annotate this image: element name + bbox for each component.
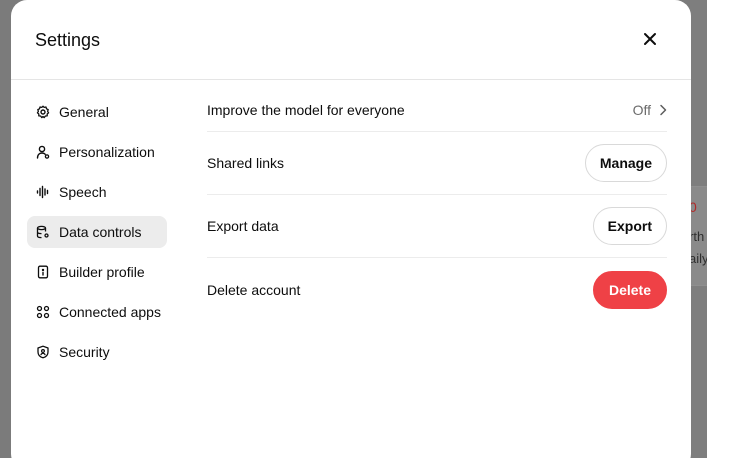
setting-row-shared-links: Shared links Manage bbox=[207, 132, 667, 195]
setting-label: Delete account bbox=[207, 281, 301, 298]
sidebar-item-security[interactable]: Security bbox=[27, 336, 167, 368]
settings-sidebar: General Personalization Speech Data cont… bbox=[27, 96, 167, 376]
setting-label: Export data bbox=[207, 218, 279, 234]
database-gear-icon bbox=[36, 225, 50, 239]
setting-row-export-data: Export data Export bbox=[207, 195, 667, 258]
sidebar-item-connected-apps[interactable]: Connected apps bbox=[27, 296, 167, 328]
sidebar-item-personalization[interactable]: Personalization bbox=[27, 136, 167, 168]
sidebar-item-speech[interactable]: Speech bbox=[27, 176, 167, 208]
sidebar-item-data-controls[interactable]: Data controls bbox=[27, 216, 167, 248]
id-card-icon bbox=[36, 265, 50, 279]
waveform-icon bbox=[36, 185, 50, 199]
apps-grid-icon bbox=[36, 305, 50, 319]
sidebar-item-label: Personalization bbox=[59, 144, 155, 160]
sidebar-item-label: Speech bbox=[59, 184, 107, 200]
background-text-fragment: rth bbox=[689, 229, 705, 244]
settings-modal: Settings General Personalization Speech bbox=[11, 0, 691, 458]
sidebar-item-label: Connected apps bbox=[59, 304, 161, 320]
shield-icon bbox=[36, 345, 50, 359]
export-button[interactable]: Export bbox=[592, 207, 667, 245]
close-button[interactable] bbox=[637, 26, 663, 52]
gear-icon bbox=[36, 105, 50, 119]
modal-title: Settings bbox=[35, 30, 101, 50]
person-icon bbox=[36, 145, 50, 159]
sidebar-item-label: General bbox=[59, 104, 109, 120]
sidebar-item-label: Security bbox=[59, 344, 110, 360]
delete-account-button[interactable]: Delete bbox=[592, 270, 667, 309]
chevron-right-icon bbox=[660, 104, 667, 116]
close-icon bbox=[644, 33, 656, 45]
manage-button[interactable]: Manage bbox=[584, 144, 667, 182]
setting-row-delete-account: Delete account Delete bbox=[207, 258, 667, 321]
improve-model-toggle-link[interactable]: Off bbox=[633, 102, 667, 118]
sidebar-item-label: Data controls bbox=[59, 224, 142, 240]
setting-row-improve-model: Improve the model for everyone Off bbox=[207, 89, 667, 132]
sidebar-item-builder-profile[interactable]: Builder profile bbox=[27, 256, 167, 288]
background-text-fragment: aily bbox=[689, 251, 707, 266]
setting-label: Shared links bbox=[207, 155, 285, 171]
sidebar-item-general[interactable]: General bbox=[27, 96, 167, 128]
setting-label: Improve the model for everyone bbox=[207, 102, 405, 118]
window-edge bbox=[707, 0, 746, 458]
modal-header: Settings bbox=[11, 0, 691, 80]
sidebar-item-label: Builder profile bbox=[59, 264, 145, 280]
setting-value: Off bbox=[632, 102, 651, 118]
data-controls-panel: Improve the model for everyone Off Share… bbox=[207, 89, 667, 321]
